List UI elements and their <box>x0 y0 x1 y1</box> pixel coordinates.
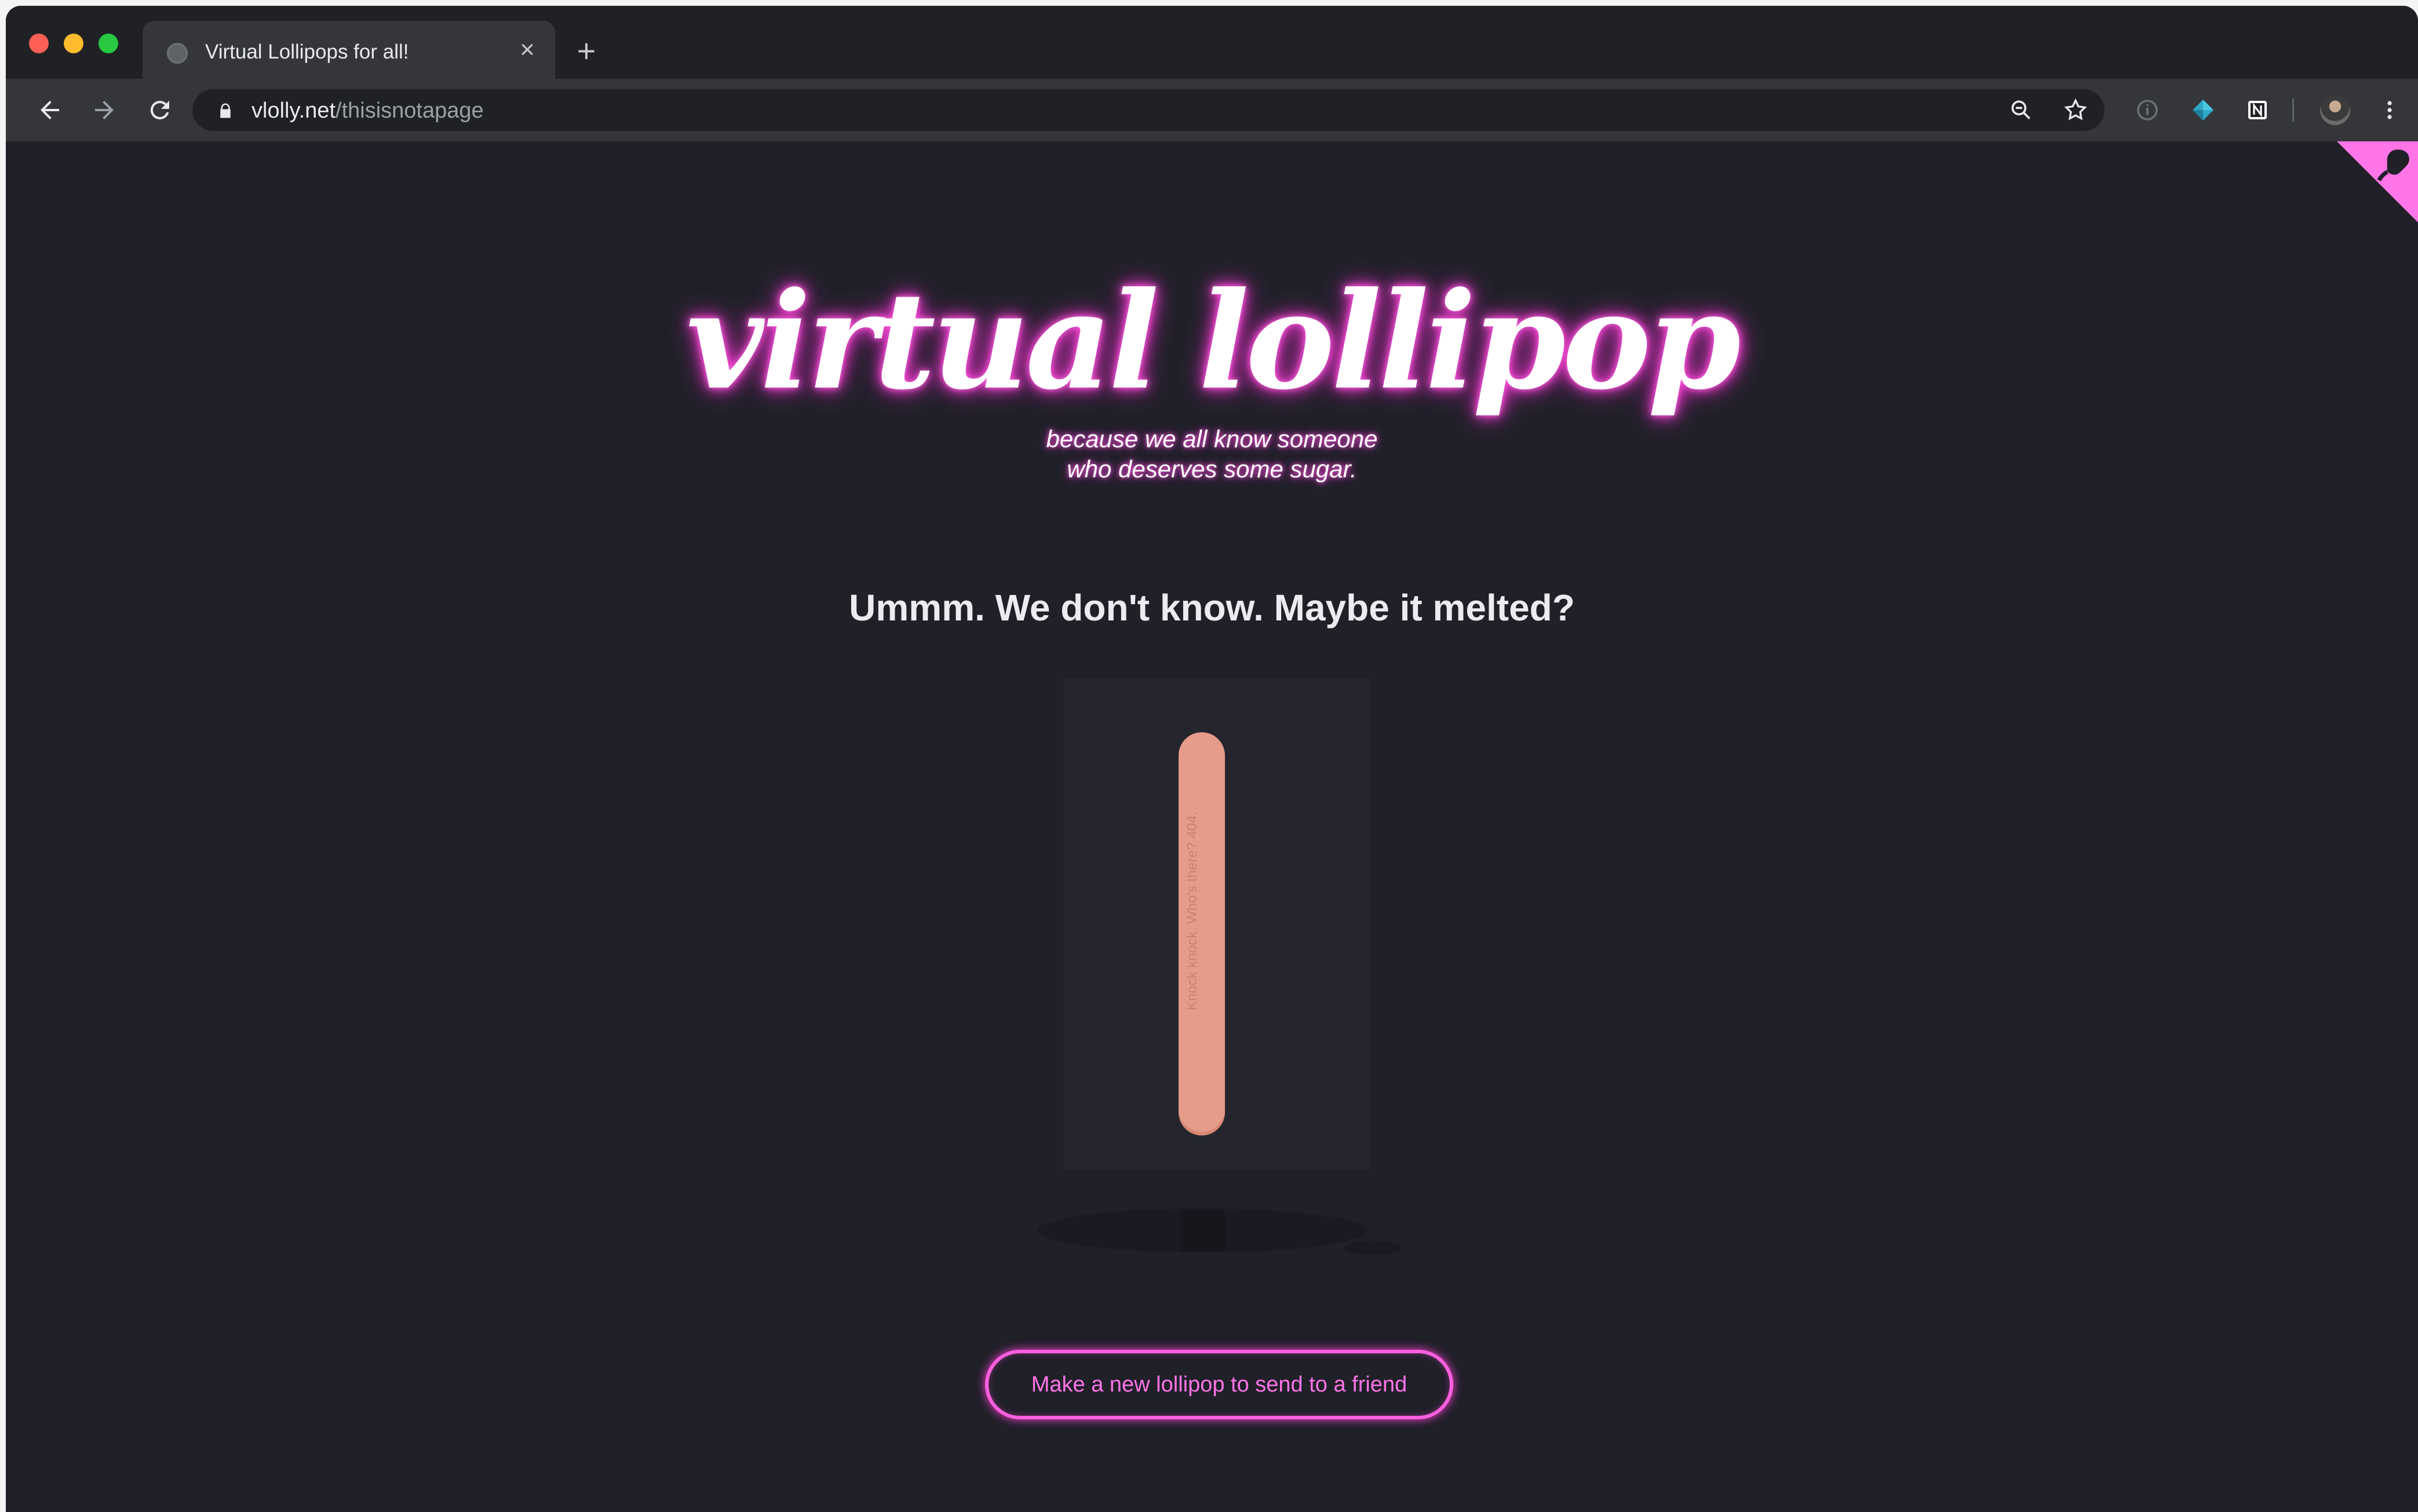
globe-icon <box>167 43 188 64</box>
browser-window: Virtual Lollipops for all! × + vlolly.ne… <box>6 6 2418 1512</box>
url-domain: vlolly.net <box>251 98 336 123</box>
github-octocat-icon[interactable] <box>2374 145 2415 185</box>
notion-icon[interactable] <box>2244 96 2271 124</box>
close-tab-icon[interactable]: × <box>516 37 539 63</box>
error-headline: Ummm. We don't know. Maybe it melted? <box>849 587 1575 629</box>
url-text[interactable]: vlolly.net/thisisnotapage <box>251 98 484 123</box>
lock-icon[interactable] <box>217 102 234 119</box>
avatar[interactable] <box>2320 95 2350 125</box>
tab-title: Virtual Lollipops for all! <box>205 41 409 63</box>
back-arrow-icon[interactable] <box>36 96 64 124</box>
site-logo[interactable]: virtual lollipop <box>6 263 2418 419</box>
more-menu-icon[interactable] <box>2376 96 2404 124</box>
tagline: because we all know someone who deserves… <box>6 424 2418 484</box>
stick-joke-text: Knock knock. Who's there? 404. <box>1184 811 1200 1010</box>
info-icon[interactable] <box>2133 96 2161 124</box>
forward-arrow-icon[interactable] <box>90 96 118 124</box>
toolbar-separator <box>2292 98 2294 122</box>
close-window-button[interactable] <box>29 34 49 53</box>
minimize-window-button[interactable] <box>64 34 83 53</box>
star-icon[interactable] <box>2063 97 2088 123</box>
drip-shadow <box>1344 1241 1402 1255</box>
new-tab-button[interactable]: + <box>574 35 599 67</box>
reload-icon[interactable] <box>146 96 174 124</box>
url-path: /thisisnotapage <box>335 98 484 123</box>
address-bar[interactable]: vlolly.net/thisisnotapage <box>192 89 2105 131</box>
tab-strip: Virtual Lollipops for all! × + <box>6 6 2418 79</box>
tagline-line-1: because we all know someone <box>1046 425 1378 452</box>
browser-toolbar: vlolly.net/thisisnotapage <box>6 79 2418 141</box>
maximize-window-button[interactable] <box>99 34 118 53</box>
tagline-line-2: who deserves some sugar. <box>1067 455 1357 483</box>
page-content: virtual lollipop because we all know som… <box>6 141 2418 1512</box>
stick-shadow <box>1181 1211 1225 1251</box>
browser-tab[interactable]: Virtual Lollipops for all! × <box>143 21 555 79</box>
extension-diamond-icon[interactable] <box>2189 96 2217 124</box>
zoom-icon[interactable] <box>2008 97 2034 123</box>
make-lollipop-button[interactable]: Make a new lollipop to send to a friend <box>985 1350 1453 1419</box>
